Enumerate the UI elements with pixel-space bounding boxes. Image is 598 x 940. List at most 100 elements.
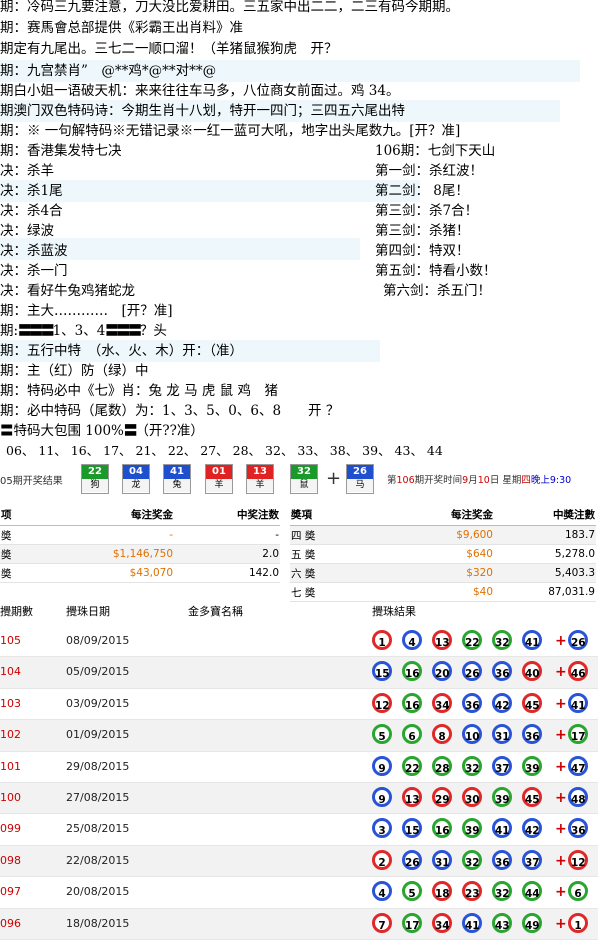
bars-decoration: 〓 [123, 423, 137, 439]
col-header: 中奖注数 [174, 503, 280, 526]
result-ball: 41 兔 [163, 464, 191, 494]
history-row[interactable]: 097 20/08/2015 4 5 18 23 32 44 +6 [0, 877, 598, 909]
history-header: 攪期數 攪珠日期 金多寶名稱 攪珠結果 [0, 598, 598, 626]
tip-highlight [0, 180, 420, 202]
history-row[interactable]: 100 27/08/2015 9 13 29 30 39 45 +48 [0, 782, 598, 815]
seven-item: 决：看好牛兔鸡猪蛇龙 [0, 283, 135, 299]
lottery-ball: 6 [402, 724, 422, 745]
history-row[interactable]: 098 22/08/2015 2 26 31 32 36 37 +12 [0, 845, 598, 878]
tip-line: 期澳门双色特码诗：今期生肖十八划，特开一四门；三四五六尾出特 [0, 103, 405, 119]
bars-decoration: 〓〓〓 [105, 323, 141, 339]
result-ball: 32 鼠 [290, 464, 318, 494]
lottery-ball: 36 [492, 661, 512, 682]
draw-date: 22/08/2015 [66, 853, 130, 867]
tip-line: 期：主（红）防（绿）中 [0, 363, 149, 379]
prize-row: 五 奬 $640 5,278.0 [290, 544, 596, 564]
lottery-ball: 41 [462, 912, 482, 933]
history-row[interactable]: 096 18/08/2015 7 17 34 41 43 49 +1 [0, 908, 598, 940]
next-draw-info: 第106期开奖时间9月10日 星期四晚上9:30 [387, 475, 572, 486]
lottery-ball: 34 [432, 912, 452, 933]
ball-number: 04 [123, 465, 149, 479]
lottery-ball: 22 [402, 755, 422, 776]
special-ball: 6 [568, 881, 588, 902]
lottery-ball: 26 [402, 849, 422, 870]
lottery-ball: 29 [432, 786, 452, 807]
draw-history: 攪期數 攪珠日期 金多寶名稱 攪珠結果 105 08/09/2015 1 4 13 22 3… [0, 598, 598, 940]
history-row[interactable]: 102 01/09/2015 5 6 8 10 31 36 +17 [0, 720, 598, 752]
draw-number: 104 [0, 665, 21, 679]
seven-item: 决：杀4合 [0, 203, 63, 219]
lottery-ball: 13 [432, 630, 452, 650]
lottery-ball: 9 [372, 786, 392, 807]
lottery-ball: 1 [372, 630, 392, 650]
prize-row: 奬-- [0, 525, 280, 545]
lottery-ball: 42 [522, 818, 542, 839]
result-ball: 22 狗 [81, 464, 109, 494]
lottery-ball: 28 [432, 755, 452, 776]
history-row[interactable]: 104 05/09/2015 15 16 20 26 36 40 +46 [0, 657, 598, 689]
ball-zodiac: 羊 [247, 479, 273, 492]
col-header: 每注奖金 [62, 503, 174, 526]
col-header: 金多寶名稱 [188, 605, 243, 618]
lottery-ball: 41 [522, 630, 542, 650]
latest-label: 05期开奖结果 [0, 476, 63, 487]
seven-item: 决：杀羊 [0, 163, 54, 179]
lottery-ball: 17 [402, 912, 422, 933]
lottery-ball: 13 [402, 786, 422, 807]
lottery-ball: 42 [492, 692, 512, 713]
lottery-ball: 15 [372, 661, 392, 682]
prize-row: 四 奬 $9,600 183.7 [290, 525, 596, 545]
tip-line: 期：冷码三九要注意，刀大没比爱耕田。三五家中出二二，二三有码今期期。 [0, 0, 459, 15]
plus-icon: + [555, 633, 567, 649]
lottery-ball: 22 [462, 630, 482, 650]
lottery-ball: 39 [462, 818, 482, 839]
lottery-ball: 37 [492, 755, 512, 776]
plus-icon: + [555, 915, 567, 932]
lottery-ball: 37 [522, 849, 542, 870]
col-header: 每注奖金 [372, 503, 494, 526]
plus-icon: + [555, 727, 567, 744]
draw-number: 099 [0, 822, 21, 836]
lottery-ball: 18 [432, 881, 452, 902]
draw-date: 18/08/2015 [66, 916, 130, 930]
col-header: 攪珠結果 [372, 605, 416, 618]
result-ball: 04 龙 [122, 464, 150, 494]
history-row[interactable]: 103 03/09/2015 12 16 34 36 42 45 +41 [0, 689, 598, 721]
lottery-ball: 20 [432, 661, 452, 682]
tip-line: 期:〓〓〓1、3、4〓〓〓？头 [0, 321, 167, 341]
tip-line: 期：五行中特 （水、火、木）开：（准） [0, 343, 243, 359]
lottery-ball: 45 [522, 786, 542, 807]
lottery-ball: 9 [372, 755, 392, 776]
ball-number: 26 [347, 465, 373, 479]
draw-number: 100 [0, 790, 21, 804]
ball-number: 41 [164, 465, 190, 479]
history-row[interactable]: 099 25/08/2015 3 15 16 39 41 42 +36 [0, 814, 598, 846]
col-header: 奬項 [290, 503, 372, 526]
lottery-ball: 16 [432, 818, 452, 839]
prize-row: 奬 $1,146,750 2.0 [0, 544, 280, 564]
seven-item: 决：杀一门 [0, 263, 68, 279]
plus-icon: + [555, 884, 567, 901]
plus-icon: + [555, 664, 567, 681]
history-row[interactable]: 101 29/08/2015 9 22 28 32 37 39 +47 [0, 752, 598, 783]
seven-item: 决：绿波 [0, 223, 54, 239]
draw-number: 097 [0, 885, 21, 899]
special-ball: 1 [568, 912, 588, 933]
special-ball: 26 [568, 630, 588, 650]
lottery-ball: 4 [372, 881, 392, 902]
sword-item: 第二剑： 8尾！ [375, 183, 469, 199]
history-row[interactable]: 105 08/09/2015 1 4 13 22 32 41 +26 [0, 626, 598, 658]
special-ball: 36 [568, 818, 588, 839]
lottery-ball: 36 [522, 724, 542, 745]
lottery-ball: 16 [402, 692, 422, 713]
plus-icon: + [555, 758, 567, 775]
sword-item: 第三剑：杀7合！ [375, 203, 479, 219]
ball-zodiac: 马 [347, 479, 373, 492]
lottery-ball: 30 [462, 786, 482, 807]
ball-zodiac: 兔 [164, 479, 190, 492]
lottery-ball: 5 [402, 881, 422, 902]
prize-row: 奬 $43,070 142.0 [0, 563, 280, 583]
lottery-ball: 16 [402, 661, 422, 682]
tip-line: 期定有九尾出。三七二一顺口溜！（羊猪鼠猴狗虎 开？ [0, 41, 338, 57]
lottery-ball: 15 [402, 818, 422, 839]
